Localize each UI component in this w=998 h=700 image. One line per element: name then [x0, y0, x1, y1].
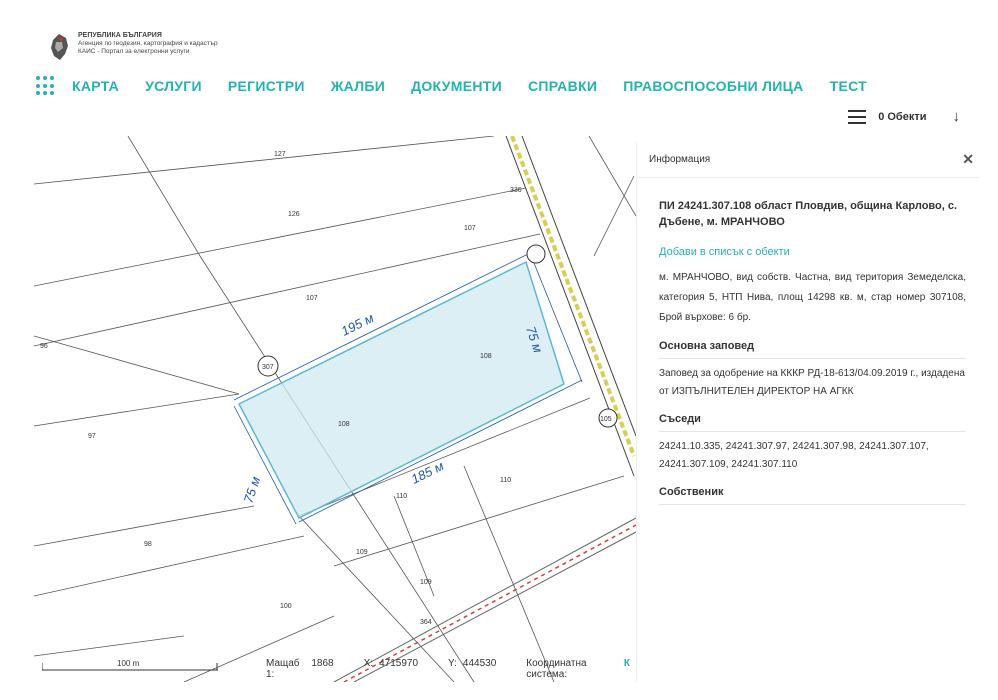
lion-emblem-icon	[51, 34, 68, 60]
coord-system-label: Координатна система:	[526, 658, 587, 680]
label-109b: 109	[420, 579, 432, 586]
label-336: 336	[510, 187, 522, 194]
cadastral-map[interactable]: 127 126 107 107 96 97 98 100 109 109 110…	[34, 136, 636, 682]
objects-count[interactable]: 0 Обекти	[878, 111, 926, 123]
label-96: 96	[40, 343, 48, 350]
label-100: 100	[280, 603, 292, 610]
label-364: 364	[420, 619, 432, 626]
main-nav: КАРТА УСЛУГИ РЕГИСТРИ ЖАЛБИ ДОКУМЕНТИ СП…	[36, 72, 867, 100]
scale-label: Мащаб 1:	[266, 658, 300, 680]
label-127: 127	[274, 151, 286, 158]
label-97: 97	[88, 433, 96, 440]
nav-item-references[interactable]: СПРАВКИ	[528, 78, 597, 94]
label-108a: 108	[338, 421, 350, 428]
agency-logo[interactable]: РЕПУБЛИКА БЪЛГАРИЯ Агенция по геодезия, …	[46, 32, 218, 62]
nav-item-services[interactable]: УСЛУГИ	[145, 78, 202, 94]
label-107a: 107	[464, 225, 476, 232]
y-value: 444530	[462, 658, 497, 669]
coord-system-value[interactable]: К	[624, 658, 630, 680]
label-109a: 109	[356, 549, 368, 556]
scale-bar-label: 100 m	[117, 659, 140, 668]
info-panel: Информация ✕ ПИ 24241.307.108 област Пло…	[636, 142, 980, 682]
info-panel-title: Информация	[649, 154, 711, 165]
x-value: 4715970	[379, 658, 419, 669]
nav-item-registers[interactable]: РЕГИСТРИ	[228, 78, 305, 94]
header: РЕПУБЛИКА БЪЛГАРИЯ Агенция по геодезия, …	[0, 0, 998, 136]
nav-item-complaints[interactable]: ЖАЛБИ	[331, 78, 385, 94]
arrow-down-icon[interactable]: ↓	[953, 108, 961, 125]
map-canvas[interactable]: 127 126 107 107 96 97 98 100 109 109 110…	[34, 136, 636, 682]
dim-label-bottom: 185 м	[409, 458, 446, 487]
neighbors-text: 24241.10.335, 24241.307.97, 24241.307.98…	[659, 441, 929, 470]
order-section-title: Основна заповед	[659, 340, 966, 359]
label-108b: 108	[480, 353, 492, 360]
label-98: 98	[144, 541, 152, 548]
label-126: 126	[288, 211, 300, 218]
apps-grid-icon[interactable]	[36, 76, 56, 96]
logo-line-3: КАИС - Портал за електронни услуги	[78, 48, 190, 55]
logo-line-2: Агенция по геодезия, картография и кадас…	[78, 40, 218, 47]
parcel-title: ПИ 24241.307.108 област Пловдив, община …	[659, 200, 958, 228]
selected-parcel-108[interactable]	[237, 260, 565, 520]
info-panel-header: Информация ✕	[637, 142, 980, 178]
label-307: 307	[262, 364, 274, 371]
dim-label-top: 195 м	[339, 310, 376, 339]
parcel-description: м. МРАНЧОВО, вид собств. Частна, вид тер…	[659, 272, 966, 323]
add-to-objects-link[interactable]: Добави в списък с обекти	[659, 246, 966, 258]
label-105: 105	[600, 416, 612, 423]
dim-label-left: 75 м	[241, 475, 264, 505]
map-status-bar: Мащаб 1: 1868 X: 4715970 Y: 444530 Коорд…	[266, 658, 636, 680]
label-110b: 110	[500, 477, 511, 484]
nav-item-map[interactable]: КАРТА	[72, 78, 119, 94]
x-label: X:	[363, 658, 374, 669]
circle-105a	[526, 244, 546, 264]
nav-item-test[interactable]: ТЕСТ	[830, 78, 867, 94]
nav-item-licensed-persons[interactable]: ПРАВОСПОСОБНИ ЛИЦА	[623, 78, 803, 94]
order-text: Заповед за одобрение на КККР РД-18-613/0…	[659, 368, 965, 397]
logo-line-1: РЕПУБЛИКА БЪЛГАРИЯ	[78, 32, 162, 39]
hamburger-menu-icon[interactable]	[848, 109, 867, 124]
scale-value: 1868	[311, 658, 334, 669]
label-110a: 110	[396, 493, 407, 500]
info-panel-content: ПИ 24241.307.108 област Пловдив, община …	[637, 178, 980, 505]
nav-item-documents[interactable]: ДОКУМЕНТИ	[411, 78, 502, 94]
map-scale-bar: 100 m	[42, 659, 218, 672]
neighbors-section-title: Съседи	[659, 413, 966, 432]
objects-bar: 0 Обекти ↓	[848, 108, 960, 125]
close-icon[interactable]: ✕	[962, 151, 974, 168]
y-label: Y:	[448, 658, 457, 669]
label-107b: 107	[306, 295, 318, 302]
owner-section-title: Собственик	[659, 486, 966, 505]
